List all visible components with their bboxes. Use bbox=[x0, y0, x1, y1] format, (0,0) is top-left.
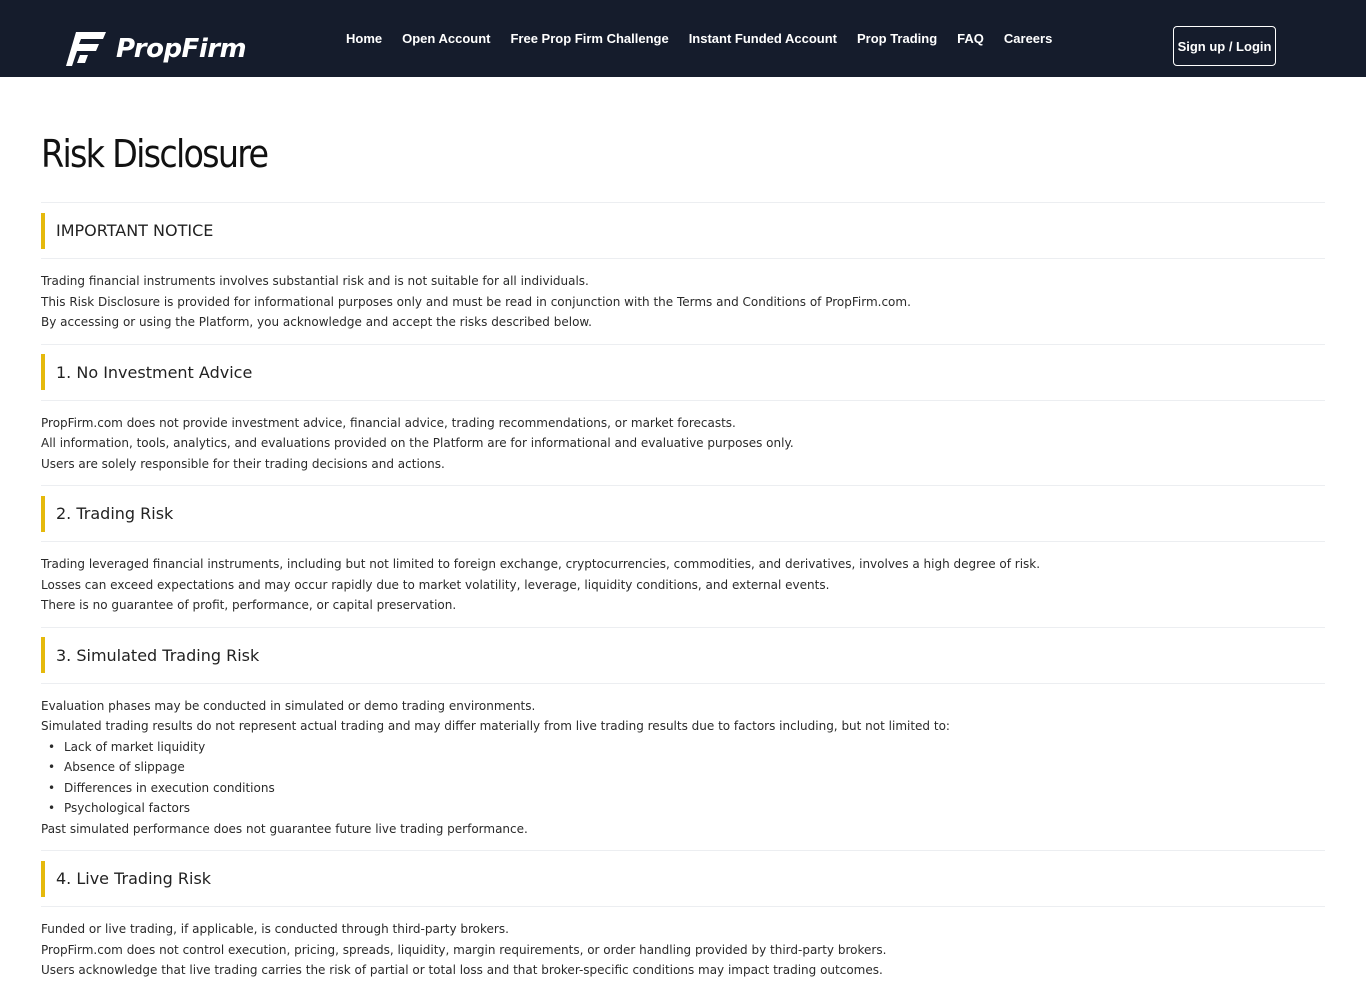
section-body: PropFirm.com does not provide investment… bbox=[41, 401, 1325, 486]
accent-bar bbox=[41, 354, 45, 390]
paragraph: PropFirm.com does not provide investment… bbox=[41, 415, 736, 430]
list-item: Lack of market liquidity bbox=[41, 737, 1325, 758]
section-title: 3. Simulated Trading Risk bbox=[56, 645, 260, 665]
nav-prop-trading[interactable]: Prop Trading bbox=[857, 31, 937, 46]
section-heading: 2. Trading Risk bbox=[41, 486, 1325, 542]
section-important-notice: IMPORTANT NOTICE Trading financial instr… bbox=[41, 203, 1325, 345]
propfirm-logo-icon bbox=[66, 32, 106, 66]
paragraph: Past simulated performance does not guar… bbox=[41, 821, 528, 836]
list-item: Absence of slippage bbox=[41, 757, 1325, 778]
paragraph: Funded or live trading, if applicable, i… bbox=[41, 922, 509, 936]
list-item: Differences in execution conditions bbox=[41, 778, 1325, 799]
page-content: Risk Disclosure IMPORTANT NOTICE Trading… bbox=[41, 77, 1325, 992]
main-nav: Home Open Account Free Prop Firm Challen… bbox=[346, 0, 1072, 77]
section-title: 1. No Investment Advice bbox=[56, 362, 253, 382]
paragraph: All information, tools, analytics, and e… bbox=[41, 436, 794, 450]
paragraph: Trading financial instruments involves s… bbox=[41, 274, 589, 288]
nav-home[interactable]: Home bbox=[346, 31, 382, 46]
paragraph: Losses can exceed expectations and may o… bbox=[41, 577, 830, 592]
section-body: Evaluation phases may be conducted in si… bbox=[41, 684, 1325, 851]
section-heading: 3. Simulated Trading Risk bbox=[41, 628, 1325, 684]
section-heading: 4. Live Trading Risk bbox=[41, 851, 1325, 907]
accent-bar bbox=[41, 212, 45, 249]
site-logo[interactable]: PropFirm bbox=[66, 29, 247, 69]
section-title: 4. Live Trading Risk bbox=[56, 869, 212, 888]
nav-faq[interactable]: FAQ bbox=[957, 31, 984, 46]
section-no-investment-advice: 1. No Investment Advice PropFirm.com doe… bbox=[41, 345, 1325, 486]
paragraph: There is no guarantee of profit, perform… bbox=[41, 598, 457, 612]
list-item: Psychological factors bbox=[41, 798, 1325, 819]
nav-instant-funded-account[interactable]: Instant Funded Account bbox=[689, 31, 837, 46]
accent-bar bbox=[41, 860, 45, 897]
section-live-trading-risk: 4. Live Trading Risk Funded or live trad… bbox=[41, 851, 1325, 992]
section-body: Funded or live trading, if applicable, i… bbox=[41, 907, 1325, 992]
accent-bar bbox=[41, 495, 45, 532]
paragraph: PropFirm.com does not control execution,… bbox=[41, 942, 887, 957]
paragraph: Simulated trading results do not represe… bbox=[41, 719, 950, 733]
logo-text: PropFirm bbox=[116, 34, 247, 64]
nav-free-prop-firm-challenge[interactable]: Free Prop Firm Challenge bbox=[510, 31, 668, 46]
section-trading-risk: 2. Trading Risk Trading leveraged financ… bbox=[41, 486, 1325, 628]
paragraph: Evaluation phases may be conducted in si… bbox=[41, 698, 536, 713]
accent-bar bbox=[41, 637, 45, 673]
paragraph: Users are solely responsible for their t… bbox=[41, 456, 445, 471]
section-title: 2. Trading Risk bbox=[56, 504, 174, 523]
top-navbar: PropFirm Home Open Account Free Prop Fir… bbox=[0, 0, 1366, 77]
bullet-list: Lack of market liquidity Absence of slip… bbox=[41, 737, 1325, 819]
paragraph: This Risk Disclosure is provided for inf… bbox=[41, 294, 911, 309]
section-simulated-trading-risk: 3. Simulated Trading Risk Evaluation pha… bbox=[41, 628, 1325, 851]
section-body: Trading leveraged financial instruments,… bbox=[41, 542, 1325, 628]
paragraph: Trading leveraged financial instruments,… bbox=[41, 557, 1041, 571]
paragraph: By accessing or using the Platform, you … bbox=[41, 315, 592, 329]
signup-login-button[interactable]: Sign up / Login bbox=[1173, 26, 1276, 66]
section-body: Trading financial instruments involves s… bbox=[41, 259, 1325, 345]
section-heading: IMPORTANT NOTICE bbox=[41, 203, 1325, 259]
nav-careers[interactable]: Careers bbox=[1004, 31, 1052, 46]
nav-open-account[interactable]: Open Account bbox=[402, 31, 490, 46]
paragraph: Users acknowledge that live trading carr… bbox=[41, 963, 883, 977]
page-title: Risk Disclosure bbox=[41, 132, 269, 176]
section-title: IMPORTANT NOTICE bbox=[56, 221, 214, 240]
section-heading: 1. No Investment Advice bbox=[41, 345, 1325, 401]
